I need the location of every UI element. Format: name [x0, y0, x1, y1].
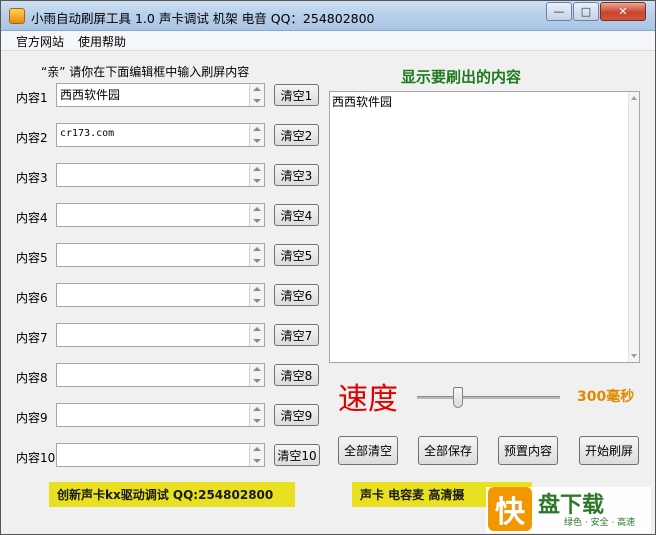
- input-spin-buttons[interactable]: [249, 364, 264, 386]
- clear-button-3[interactable]: 清空3: [274, 164, 319, 186]
- spin-up-icon[interactable]: [253, 447, 261, 451]
- input-spin-buttons[interactable]: [249, 444, 264, 466]
- start-spam-button[interactable]: 开始刷屏: [579, 436, 639, 465]
- content-label-3: 内容3: [16, 171, 48, 185]
- spin-down-icon[interactable]: [253, 379, 261, 383]
- speed-slider-thumb[interactable]: [453, 387, 463, 408]
- spin-down-icon[interactable]: [253, 99, 261, 103]
- minimize-button[interactable]: —: [546, 2, 572, 21]
- content-input-7[interactable]: [56, 323, 265, 347]
- content-label-1: 内容1: [16, 91, 48, 105]
- content-input-value: cr173.com: [60, 128, 115, 139]
- content-label-5: 内容5: [16, 251, 48, 265]
- display-textarea[interactable]: 西西软件园: [329, 91, 640, 363]
- content-input-10[interactable]: [56, 443, 265, 467]
- speed-value: 300毫秒: [577, 389, 635, 405]
- clear-button-1[interactable]: 清空1: [274, 84, 319, 106]
- scroll-up-icon[interactable]: [631, 96, 637, 100]
- close-icon: ✕: [618, 5, 628, 18]
- spin-down-icon[interactable]: [253, 299, 261, 303]
- content-input-9[interactable]: [56, 403, 265, 427]
- clear-button-4[interactable]: 清空4: [274, 204, 319, 226]
- clear-button-2[interactable]: 清空2: [274, 124, 319, 146]
- window-title: 小雨自动刷屏工具 1.0 声卡调试 机架 电音 QQ：254802800: [31, 11, 375, 26]
- minimize-icon: —: [553, 5, 565, 18]
- maximize-button[interactable]: □: [573, 2, 599, 21]
- speed-label: 速度: [338, 382, 398, 417]
- clear-button-7[interactable]: 清空7: [274, 324, 319, 346]
- spin-up-icon[interactable]: [253, 207, 261, 211]
- input-spin-buttons[interactable]: [249, 84, 264, 106]
- input-spin-buttons[interactable]: [249, 204, 264, 226]
- content-label-8: 内容8: [16, 371, 48, 385]
- content-label-7: 内容7: [16, 331, 48, 345]
- spin-up-icon[interactable]: [253, 367, 261, 371]
- watermark: 快 盘下载 绿色 · 安全 · 高速: [486, 487, 651, 533]
- clear-button-5[interactable]: 清空5: [274, 244, 319, 266]
- input-spin-buttons[interactable]: [249, 284, 264, 306]
- input-spin-buttons[interactable]: [249, 124, 264, 146]
- display-text: 西西软件园: [332, 95, 393, 109]
- watermark-subtext: 绿色 · 安全 · 高速: [564, 518, 636, 528]
- clear-all-button[interactable]: 全部清空: [338, 436, 398, 465]
- menu-bar: 官方网站 使用帮助: [1, 31, 655, 51]
- banner-left[interactable]: 创新声卡kx驱动调试 QQ:254802800: [49, 482, 295, 507]
- clear-button-9[interactable]: 清空9: [274, 404, 319, 426]
- spin-up-icon[interactable]: [253, 287, 261, 291]
- menu-help[interactable]: 使用帮助: [78, 33, 126, 50]
- content-input-3[interactable]: [56, 163, 265, 187]
- content-input-2[interactable]: cr173.com: [56, 123, 265, 147]
- spin-down-icon[interactable]: [253, 419, 261, 423]
- input-spin-buttons[interactable]: [249, 324, 264, 346]
- content-input-value: 西西软件园: [60, 88, 121, 102]
- maximize-icon: □: [580, 5, 592, 18]
- spin-down-icon[interactable]: [253, 219, 261, 223]
- menu-official-site[interactable]: 官方网站: [16, 33, 64, 50]
- spin-down-icon[interactable]: [253, 459, 261, 463]
- spin-down-icon[interactable]: [253, 179, 261, 183]
- spin-up-icon[interactable]: [253, 407, 261, 411]
- spin-up-icon[interactable]: [253, 247, 261, 251]
- title-bar[interactable]: 小雨自动刷屏工具 1.0 声卡调试 机架 电音 QQ：254802800 — □…: [1, 1, 655, 31]
- clear-button-8[interactable]: 清空8: [274, 364, 319, 386]
- clear-button-10[interactable]: 清空10: [274, 444, 320, 466]
- display-scrollbar[interactable]: [628, 92, 639, 362]
- app-window: 小雨自动刷屏工具 1.0 声卡调试 机架 电音 QQ：254802800 — □…: [0, 0, 656, 535]
- spin-down-icon[interactable]: [253, 139, 261, 143]
- content-label-10: 内容10: [16, 451, 56, 465]
- preset-content-button[interactable]: 预置内容: [498, 436, 558, 465]
- spin-down-icon[interactable]: [253, 259, 261, 263]
- spin-up-icon[interactable]: [253, 87, 261, 91]
- close-button[interactable]: ✕: [600, 2, 646, 21]
- spin-down-icon[interactable]: [253, 339, 261, 343]
- display-title: 显示要刷出的内容: [401, 68, 522, 86]
- input-spin-buttons[interactable]: [249, 404, 264, 426]
- content-input-5[interactable]: [56, 243, 265, 267]
- content-input-1[interactable]: 西西软件园: [56, 83, 265, 107]
- content-input-4[interactable]: [56, 203, 265, 227]
- spin-up-icon[interactable]: [253, 327, 261, 331]
- content-label-9: 内容9: [16, 411, 48, 425]
- scroll-down-icon[interactable]: [631, 354, 637, 358]
- watermark-logo: 快: [488, 487, 532, 531]
- content-label-6: 内容6: [16, 291, 48, 305]
- save-all-button[interactable]: 全部保存: [418, 436, 478, 465]
- content-input-6[interactable]: [56, 283, 265, 307]
- input-hint: “亲” 请你在下面编辑框中输入刷屏内容: [41, 65, 250, 79]
- content-label-4: 内容4: [16, 211, 48, 225]
- spin-up-icon[interactable]: [253, 127, 261, 131]
- input-spin-buttons[interactable]: [249, 244, 264, 266]
- spin-up-icon[interactable]: [253, 167, 261, 171]
- content-input-8[interactable]: [56, 363, 265, 387]
- content-label-2: 内容2: [16, 131, 48, 145]
- clear-button-6[interactable]: 清空6: [274, 284, 319, 306]
- app-icon: [9, 8, 25, 24]
- input-spin-buttons[interactable]: [249, 164, 264, 186]
- speed-slider-track[interactable]: [417, 396, 560, 399]
